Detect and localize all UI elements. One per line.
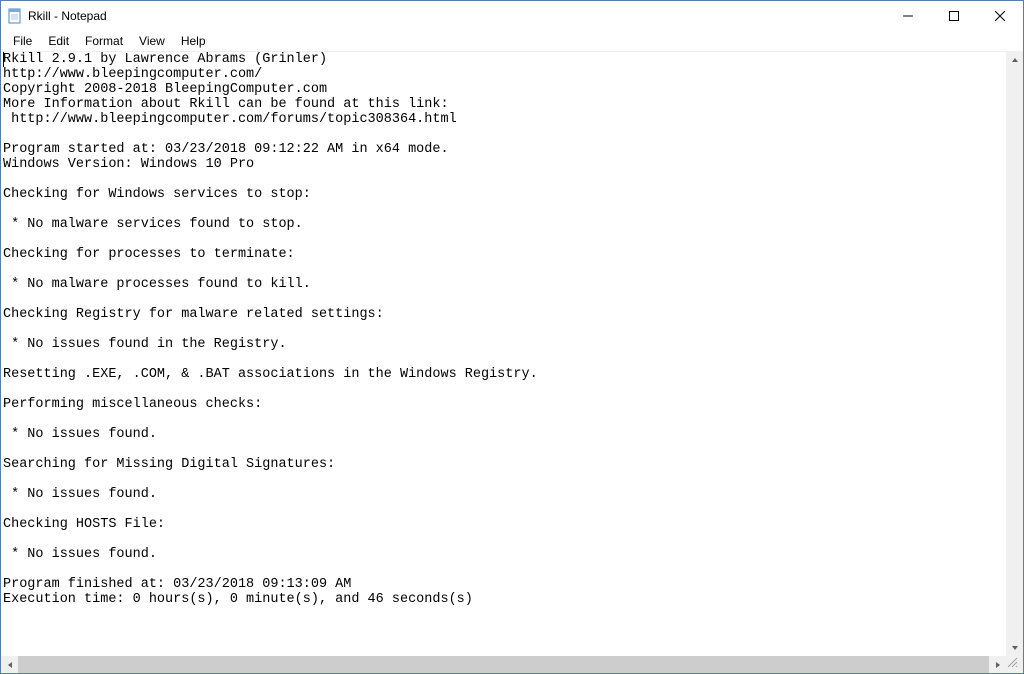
notepad-icon bbox=[7, 8, 23, 24]
text-line bbox=[3, 262, 1021, 277]
text-line: http://www.bleepingcomputer.com/ bbox=[3, 67, 1021, 82]
text-editor[interactable]: Rkill 2.9.1 by Lawrence Abrams (Grinler)… bbox=[1, 51, 1023, 656]
text-line: Resetting .EXE, .COM, & .BAT association… bbox=[3, 367, 1021, 382]
vertical-scrollbar[interactable] bbox=[1006, 51, 1023, 656]
text-line: * No issues found. bbox=[3, 547, 1021, 562]
titlebar: Rkill - Notepad bbox=[1, 1, 1023, 31]
text-line bbox=[3, 502, 1021, 517]
text-line: http://www.bleepingcomputer.com/forums/t… bbox=[3, 112, 1021, 127]
resize-grip-icon[interactable] bbox=[1006, 656, 1023, 673]
maximize-button[interactable] bbox=[931, 1, 977, 31]
text-line bbox=[3, 172, 1021, 187]
scroll-up-icon[interactable] bbox=[1006, 51, 1023, 68]
text-line: Copyright 2008-2018 BleepingComputer.com bbox=[3, 82, 1021, 97]
text-line: * No issues found. bbox=[3, 487, 1021, 502]
text-line bbox=[3, 472, 1021, 487]
text-line bbox=[3, 292, 1021, 307]
text-line: * No malware processes found to kill. bbox=[3, 277, 1021, 292]
horizontal-scrollbar[interactable] bbox=[1, 656, 1023, 673]
text-line: Checking HOSTS File: bbox=[3, 517, 1021, 532]
close-button[interactable] bbox=[977, 1, 1023, 31]
menu-format[interactable]: Format bbox=[77, 32, 131, 50]
text-line bbox=[3, 127, 1021, 142]
text-line bbox=[3, 202, 1021, 217]
window-title: Rkill - Notepad bbox=[28, 9, 885, 23]
text-line: Performing miscellaneous checks: bbox=[3, 397, 1021, 412]
text-line bbox=[3, 352, 1021, 367]
menu-edit[interactable]: Edit bbox=[40, 32, 77, 50]
text-line bbox=[3, 532, 1021, 547]
text-line: * No issues found. bbox=[3, 427, 1021, 442]
menu-help[interactable]: Help bbox=[173, 32, 214, 50]
text-line: Checking Registry for malware related se… bbox=[3, 307, 1021, 322]
text-line bbox=[3, 232, 1021, 247]
text-line: Checking for Windows services to stop: bbox=[3, 187, 1021, 202]
text-line: More Information about Rkill can be foun… bbox=[3, 97, 1021, 112]
text-line bbox=[3, 322, 1021, 337]
text-line: * No malware services found to stop. bbox=[3, 217, 1021, 232]
text-line bbox=[3, 442, 1021, 457]
window-controls bbox=[885, 1, 1023, 31]
text-line bbox=[3, 412, 1021, 427]
text-line: Windows Version: Windows 10 Pro bbox=[3, 157, 1021, 172]
text-line bbox=[3, 382, 1021, 397]
h-scroll-thumb[interactable] bbox=[18, 656, 989, 673]
minimize-button[interactable] bbox=[885, 1, 931, 31]
text-line bbox=[3, 562, 1021, 577]
scroll-left-icon[interactable] bbox=[1, 656, 18, 673]
h-scroll-track[interactable] bbox=[18, 656, 989, 673]
menu-view[interactable]: View bbox=[131, 32, 173, 50]
text-line: Execution time: 0 hours(s), 0 minute(s),… bbox=[3, 592, 1021, 607]
menu-file[interactable]: File bbox=[5, 32, 40, 50]
text-line: Checking for processes to terminate: bbox=[3, 247, 1021, 262]
menubar: File Edit Format View Help bbox=[1, 31, 1023, 51]
text-line: * No issues found in the Registry. bbox=[3, 337, 1021, 352]
text-line: Program started at: 03/23/2018 09:12:22 … bbox=[3, 142, 1021, 157]
text-caret bbox=[3, 52, 4, 67]
text-line: Searching for Missing Digital Signatures… bbox=[3, 457, 1021, 472]
text-line: Rkill 2.9.1 by Lawrence Abrams (Grinler) bbox=[3, 52, 1021, 67]
text-line: Program finished at: 03/23/2018 09:13:09… bbox=[3, 577, 1021, 592]
